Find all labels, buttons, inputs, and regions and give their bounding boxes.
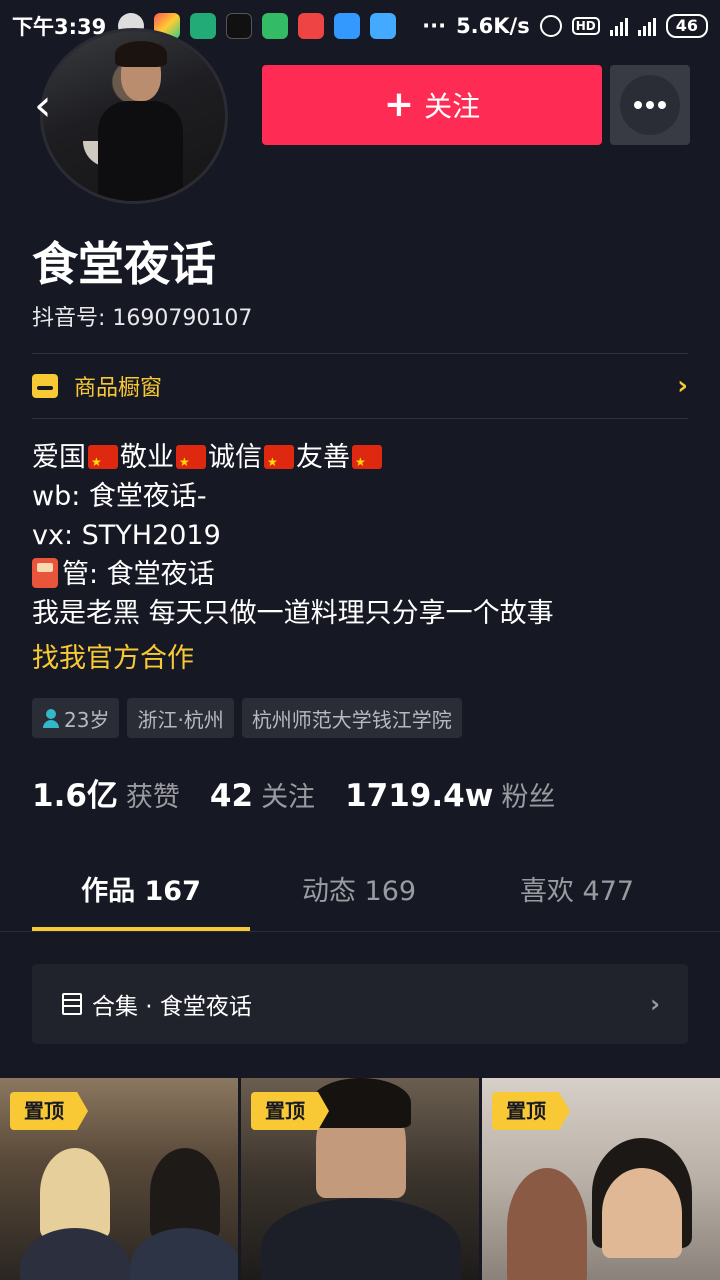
bio-line-manager: 管: 食堂夜话 — [32, 555, 554, 594]
likes-label: 获赞 — [125, 782, 180, 813]
hd-icon: HD — [571, 17, 600, 35]
video-thumbnail[interactable]: 置顶 — [482, 1078, 720, 1280]
battery-icon: 46 — [665, 14, 708, 38]
avatar[interactable] — [40, 28, 228, 204]
person-figure — [311, 1078, 411, 1128]
app-icon — [262, 13, 289, 39]
more-options-button[interactable] — [610, 65, 690, 145]
avatar-hair — [115, 41, 167, 67]
bio-line-weibo: wb: 食堂夜话- — [32, 481, 207, 512]
plus-icon: + — [383, 84, 415, 125]
following-count[interactable]: 42 — [210, 778, 253, 814]
chevron-right-icon: › — [677, 371, 688, 401]
tab-posts[interactable]: 动态 169 — [250, 862, 468, 931]
follow-label: 关注 — [424, 90, 481, 123]
alarm-icon — [539, 15, 562, 37]
location-tag[interactable]: 浙江·杭州 — [127, 698, 234, 738]
bio-line-intro: 我是老黑 每天只做一道料理只分享一个故事 — [32, 598, 554, 629]
app-icon — [298, 13, 325, 39]
person-figure — [602, 1168, 682, 1258]
video-thumbnail[interactable]: 置顶 — [241, 1078, 479, 1280]
china-flag-icon — [264, 443, 294, 482]
video-thumbnail[interactable]: 置顶 — [0, 1078, 238, 1280]
pinned-badge: 置顶 — [492, 1092, 570, 1130]
shop-label: 商品橱窗 — [74, 376, 163, 401]
school-tag[interactable]: 杭州师范大学钱江学院 — [241, 698, 462, 738]
person-figure — [130, 1228, 238, 1280]
china-flag-icon — [88, 443, 118, 482]
person-figure — [507, 1168, 587, 1280]
followers-count[interactable]: 1719.4w — [345, 778, 493, 814]
following-label[interactable]: 关注 — [261, 775, 315, 814]
fuel-pump-icon — [32, 558, 58, 588]
app-icon — [370, 13, 397, 39]
signal-icon — [609, 16, 628, 36]
app-icon — [190, 13, 217, 39]
app-icon — [334, 13, 361, 39]
shop-window-row[interactable]: 商品橱窗 › — [32, 360, 688, 412]
official-collab-link[interactable]: 找我官方合作 — [32, 636, 194, 675]
likes-count: 1.6亿 — [32, 778, 118, 814]
person-icon — [42, 708, 60, 728]
collection-row[interactable]: 合集 · 食堂夜话 › — [32, 964, 688, 1044]
followers-label[interactable]: 粉丝 — [501, 775, 555, 814]
china-flag-icon — [352, 443, 382, 482]
age-tag: 23岁 — [32, 698, 120, 738]
profile-name: 食堂夜话 — [32, 237, 216, 291]
china-flag-icon — [176, 443, 206, 482]
divider — [32, 418, 688, 419]
person-figure — [20, 1228, 130, 1280]
chevron-right-icon: › — [650, 990, 660, 1018]
tab-works[interactable]: 作品 167 — [32, 862, 250, 931]
bio-line-values: 爱国敬业诚信友善 — [32, 438, 554, 482]
layers-icon — [60, 992, 84, 1016]
status-right: ··· 5.6K/s HD 46 — [422, 14, 708, 38]
avatar-body — [98, 101, 183, 201]
pinned-badge: 置顶 — [10, 1092, 88, 1130]
douyin-id: 抖音号: 1690790107 — [32, 306, 253, 331]
tab-likes[interactable]: 喜欢 477 — [468, 862, 686, 931]
video-grid: 置顶 置顶 置顶 — [0, 1078, 720, 1280]
pinned-badge: 置顶 — [251, 1092, 329, 1130]
bio-line-wechat: vx: STYH2019 — [32, 520, 221, 551]
collection-label: 合集 · 食堂夜话 — [92, 994, 252, 1020]
back-arrow-icon[interactable]: ‹ — [34, 84, 52, 128]
bio: 爱国敬业诚信友善 wb: 食堂夜话- vx: STYH2019 管: 食堂夜话 … — [32, 438, 554, 633]
profile-tags: 23岁 浙江·杭州 杭州师范大学钱江学院 — [32, 698, 462, 738]
person-figure — [261, 1198, 461, 1280]
shop-icon — [32, 374, 58, 398]
person-figure — [150, 1148, 220, 1238]
net-speed: 5.6K/s — [456, 14, 530, 38]
divider — [32, 353, 688, 354]
profile-stats: 1.6亿 获赞 42 关注 1719.4w 粉丝 — [32, 770, 555, 815]
tiktok-icon — [226, 13, 253, 39]
person-figure — [40, 1148, 110, 1238]
content-tabs: 作品 167 动态 169 喜欢 477 — [0, 862, 720, 932]
more-icon — [620, 75, 680, 135]
signal-icon — [637, 16, 656, 36]
follow-button[interactable]: + 关注 — [262, 65, 602, 145]
more-notifications: ··· — [422, 14, 447, 38]
